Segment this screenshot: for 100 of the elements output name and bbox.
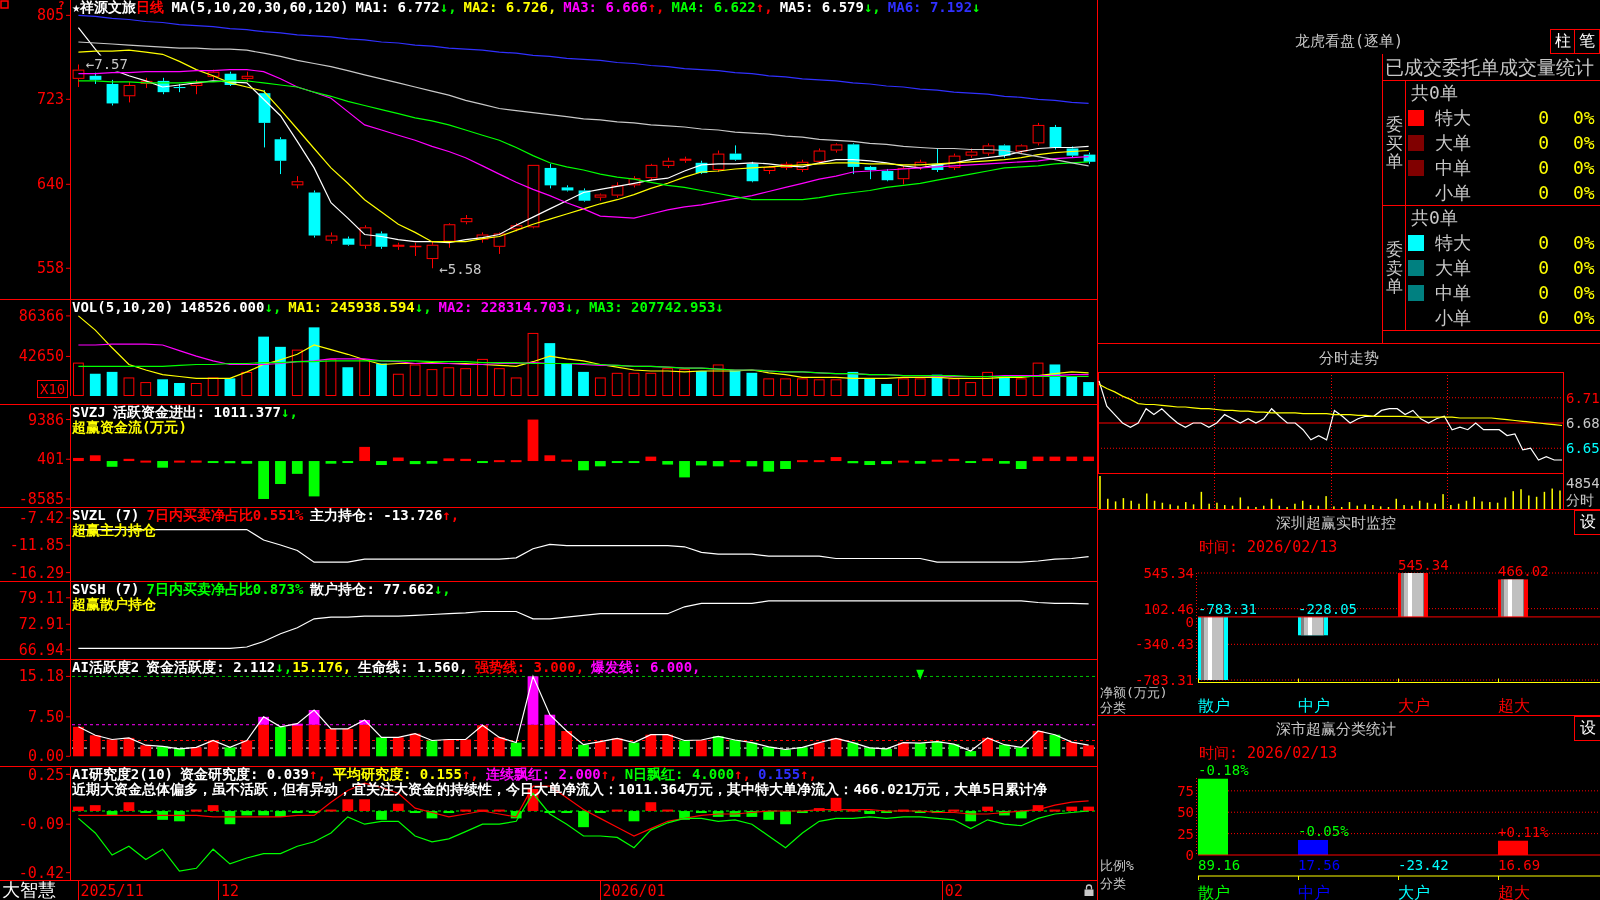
axis-label: 401: [36, 450, 64, 469]
legend-text: ★: [72, 0, 81, 15]
legend-text: 连续飘红: 2.000: [485, 767, 601, 782]
order-type: 大单: [1435, 131, 1471, 153]
data-label: 89.16: [1198, 857, 1241, 873]
legend-text: MA3: 207742.953: [588, 300, 716, 315]
order-type: 中单: [1435, 281, 1471, 303]
order-type: 小单: [1435, 181, 1471, 203]
legend-text: ↓,: [275, 660, 293, 675]
panel-title: 分时走势: [1319, 349, 1379, 367]
legend-text: 强势线: 3.000,: [474, 660, 585, 675]
data-label: 466.02: [1498, 563, 1549, 580]
order-type: 小单: [1435, 306, 1471, 328]
legend-text: 爆发线: 6.000,: [591, 660, 701, 675]
time-label: 时间: 2026/02/13: [1199, 744, 1338, 762]
axis-label: 15.18: [18, 667, 64, 686]
order-count: 0: [1538, 307, 1549, 328]
legend-text: ↓,: [414, 300, 432, 315]
table-title: 已成交委托单成交量统计: [1385, 56, 1594, 78]
legend-text: ↑,: [647, 0, 665, 15]
order-total: 共0单: [1411, 207, 1458, 228]
legend-text: SVZJ: [72, 405, 106, 420]
axis-label: 545.34: [1143, 565, 1194, 581]
legend-text: 7日内买卖净占比0.873%: [146, 582, 304, 597]
axis-label: 72.91: [18, 615, 64, 634]
legend-text: MA6: 7.192: [887, 0, 973, 15]
data-label: -783.31: [1198, 600, 1257, 617]
change-label: -0.05%: [1298, 823, 1349, 839]
price-annotation: ←5.58: [439, 261, 482, 278]
date-label: 2025/11: [80, 882, 144, 900]
legend-text: 生命线: 1.560,: [358, 660, 468, 675]
group-label: 委买单: [1385, 114, 1403, 172]
data-label: 16.69: [1498, 857, 1541, 873]
legend-text: ↓: [972, 0, 981, 15]
axis-title: 分类: [1100, 699, 1126, 715]
legend-text: 0.155: [757, 767, 801, 782]
axis-label: -340.43: [1135, 636, 1194, 653]
legend-text: N日飘红: 4.000: [624, 767, 735, 782]
axis-label: 0.00: [27, 747, 64, 766]
unit-label: X10: [37, 380, 69, 398]
legend-text: SVZL (7): [72, 508, 140, 523]
order-type: 特大: [1435, 106, 1471, 128]
legend-text: ↓,: [264, 300, 282, 315]
date-label: 2026/01: [602, 882, 666, 900]
legend-text: MA4: 6.622: [671, 0, 756, 15]
category-label: 超大: [1498, 695, 1530, 715]
order-type: 中单: [1435, 156, 1471, 178]
axis-title: 分类: [1100, 875, 1126, 891]
app-name: 大智慧: [2, 880, 56, 900]
order-total: 共0单: [1411, 82, 1458, 103]
legend-text: MA1: 245938.594: [288, 300, 415, 315]
panel-title: 深圳超赢实时监控: [1276, 514, 1396, 532]
volume-peak-label: 4854: [1566, 475, 1600, 491]
axis-label: 723: [36, 90, 64, 109]
legend-text: 平均研究度: 0.155: [332, 767, 462, 782]
legend-text: 超赢资金流(万元): [72, 420, 187, 435]
legend-text: MA(5,10,20,30,60,120): [171, 0, 349, 15]
legend-text: ↑,: [309, 767, 326, 782]
axis-label: 66.94: [18, 640, 64, 659]
category-label: 散户: [1198, 882, 1230, 900]
category-label: 大户: [1398, 882, 1430, 900]
data-label: -228.05: [1298, 600, 1357, 617]
order-count: 0: [1538, 257, 1549, 278]
legend-text: MA5: 6.579: [779, 0, 864, 15]
legend-text: ↓,: [863, 0, 881, 15]
legend-text: MA2: 6.726,: [463, 0, 557, 15]
order-percent: 0%: [1573, 182, 1595, 203]
axis-label: -0.42: [18, 863, 64, 882]
axis-label: -0.09: [18, 815, 64, 834]
category-label: 中户: [1298, 695, 1330, 715]
category-label: 散户: [1198, 695, 1230, 715]
order-percent: 0%: [1573, 157, 1595, 178]
category-label: 中户: [1298, 882, 1330, 900]
order-count: 0: [1538, 157, 1549, 178]
axis-label: 42650: [18, 347, 64, 366]
legend-text: 资金活跃度: 2.112: [146, 660, 276, 675]
axis-label: -16.29: [9, 563, 64, 582]
order-type: 特大: [1435, 231, 1471, 253]
change-label: -0.18%: [1198, 761, 1249, 778]
legend-text: 活跃资金进出: 1011.377: [112, 405, 281, 420]
legend-text: 15.176,: [292, 660, 352, 675]
legend-text: ↓: [715, 300, 724, 315]
legend-text: 超赢散户持仓: [72, 597, 156, 612]
order-percent: 0%: [1573, 257, 1595, 278]
legend-text: 主力持仓: -13.726: [310, 508, 443, 523]
legend-text: 日线: [136, 0, 165, 15]
time-label: 时间: 2026/02/13: [1199, 538, 1338, 556]
legend-text: ↓,: [281, 405, 298, 420]
axis-label: -11.85: [9, 536, 64, 555]
order-percent: 0%: [1573, 132, 1595, 153]
order-count: 0: [1538, 107, 1549, 128]
axis-label: 79.11: [18, 588, 64, 607]
order-percent: 0%: [1573, 107, 1595, 128]
legend-text: ↑,: [600, 767, 618, 782]
axis-label: 86366: [18, 306, 64, 325]
axis-label: 0.25: [27, 766, 64, 784]
axis-label: 7.50: [27, 707, 64, 726]
axis-label: -7.42: [18, 509, 64, 527]
legend-text: 7日内买卖净占比0.551%: [146, 508, 304, 523]
legend-text: MA3: 6.666: [563, 0, 648, 15]
